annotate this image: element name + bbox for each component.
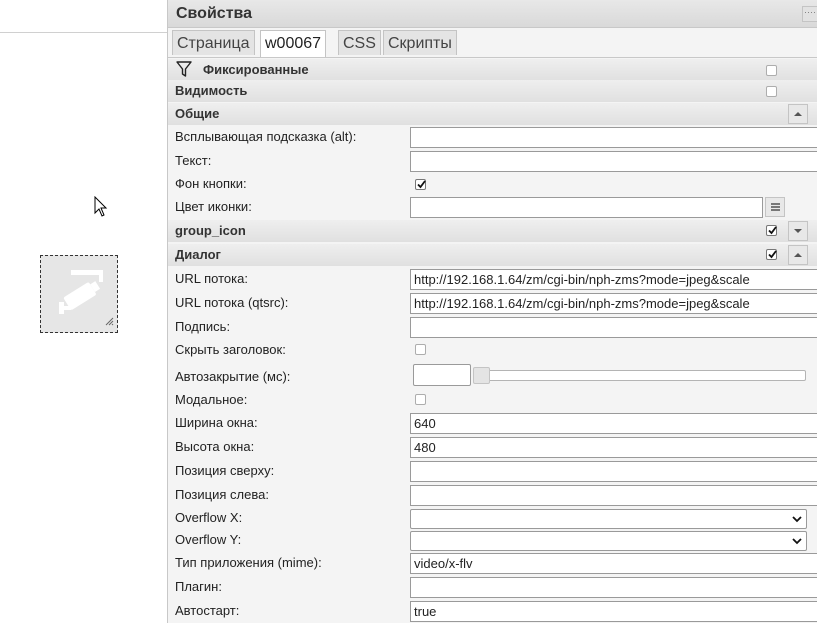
text-input[interactable] (410, 151, 817, 172)
tab-page[interactable]: Страница (172, 30, 255, 55)
prop-overflow-x-label: Overflow X: (175, 510, 243, 525)
color-picker-button[interactable] (765, 197, 785, 217)
group-common[interactable]: Общие (168, 103, 817, 125)
prop-overflow-y: Overflow Y: (168, 529, 817, 552)
prop-caption: Подпись: (168, 316, 817, 339)
group-visibility-checkbox[interactable] (766, 86, 777, 97)
group-icon-expand-button[interactable] (788, 221, 808, 241)
group-dialog[interactable]: Диалог (168, 244, 817, 266)
chevron-down-icon (792, 538, 802, 545)
prop-autoclose: Автозакрытие (мс): (168, 363, 817, 389)
editor-canvas[interactable] (0, 0, 167, 623)
autoclose-input[interactable] (413, 364, 471, 386)
prop-tooltip-label: Всплывающая подсказка (alt): (175, 129, 357, 144)
group-dialog-label: Диалог (175, 247, 221, 262)
prop-hide-title-label: Скрыть заголовок: (175, 342, 286, 357)
collapse-panel-button[interactable]: ···· (802, 6, 817, 22)
prop-modal: Модальное: (168, 389, 817, 412)
tab-divider (168, 57, 817, 58)
prop-url-label: URL потока: (175, 271, 248, 286)
width-input[interactable]: 640 (410, 413, 817, 434)
mime-input[interactable]: video/x-flv (410, 553, 817, 574)
icon-color-input[interactable] (410, 197, 763, 218)
autostart-input[interactable]: true (410, 601, 817, 622)
tab-widget[interactable]: w00067 (260, 30, 327, 57)
group-dialog-checkbox[interactable] (766, 249, 777, 260)
tab-scripts[interactable]: Скрипты (383, 30, 457, 55)
prop-top-label: Позиция сверху: (175, 463, 275, 478)
url-input[interactable]: http://192.168.1.64/zm/cgi-bin/nph-zms?m… (410, 269, 817, 290)
prop-button-bg-label: Фон кнопки: (175, 176, 247, 191)
prop-icon-color: Цвет иконки: (168, 196, 817, 219)
prop-autostart-label: Автостарт: (175, 603, 240, 618)
hide-title-checkbox[interactable] (415, 344, 426, 355)
prop-width: Ширина окна: 640 (168, 412, 817, 435)
group-common-label: Общие (175, 106, 220, 121)
prop-tooltip: Всплывающая подсказка (alt): (168, 126, 817, 149)
height-input[interactable]: 480 (410, 437, 817, 458)
tooltip-input[interactable] (410, 127, 817, 148)
tab-css[interactable]: CSS (338, 30, 381, 55)
prop-height: Высота окна: 480 (168, 436, 817, 459)
prop-hide-title: Скрыть заголовок: (168, 339, 817, 362)
autoclose-slider-track[interactable] (473, 370, 806, 381)
prop-left: Позиция слева: (168, 484, 817, 507)
filter-icon[interactable] (176, 61, 192, 81)
prop-modal-label: Модальное: (175, 392, 248, 407)
caption-input[interactable] (410, 317, 817, 338)
prop-caption-label: Подпись: (175, 319, 231, 334)
group-icon-checkbox[interactable] (766, 225, 777, 236)
button-bg-checkbox[interactable] (415, 179, 426, 190)
group-group-icon-label: group_icon (175, 223, 246, 238)
prop-height-label: Высота окна: (175, 439, 255, 454)
prop-plugin: Плагин: (168, 576, 817, 599)
prop-autostart: Автостарт: true (168, 600, 817, 623)
overflow-x-select[interactable] (410, 509, 807, 529)
prop-url-qtsrc: URL потока (qtsrc): http://192.168.1.64/… (168, 292, 817, 315)
url-qtsrc-input[interactable]: http://192.168.1.64/zm/cgi-bin/nph-zms?m… (410, 293, 817, 314)
prop-overflow-x: Overflow X: (168, 507, 817, 530)
prop-text: Текст: (168, 150, 817, 173)
group-fixed[interactable]: Фиксированные (168, 59, 817, 81)
prop-top: Позиция сверху: (168, 460, 817, 483)
group-visibility[interactable]: Видимость (168, 80, 817, 102)
canvas-divider (0, 32, 167, 33)
camera-icon (55, 268, 105, 317)
modal-checkbox[interactable] (415, 394, 426, 405)
top-input[interactable] (410, 461, 817, 482)
camera-widget[interactable] (40, 255, 118, 333)
group-dialog-collapse-button[interactable] (788, 245, 808, 265)
chevron-down-icon (792, 516, 802, 523)
autoclose-slider-handle[interactable] (473, 367, 490, 384)
left-input[interactable] (410, 485, 817, 506)
prop-overflow-y-label: Overflow Y: (175, 532, 242, 547)
prop-plugin-label: Плагин: (175, 579, 222, 594)
properties-panel: Свойства ···· Страница w00067 CSS Скрипт… (167, 0, 817, 623)
group-visibility-label: Видимость (175, 83, 248, 98)
group-fixed-checkbox[interactable] (766, 65, 777, 76)
prop-button-bg: Фон кнопки: (168, 173, 817, 196)
overflow-y-select[interactable] (410, 531, 807, 551)
panel-header: Свойства ···· (168, 0, 817, 28)
prop-url-qtsrc-label: URL потока (qtsrc): (175, 295, 289, 310)
prop-icon-color-label: Цвет иконки: (175, 199, 252, 214)
mouse-cursor-icon (94, 195, 108, 221)
prop-autoclose-label: Автозакрытие (мс): (175, 369, 291, 384)
plugin-input[interactable] (410, 577, 817, 598)
prop-url: URL потока: http://192.168.1.64/zm/cgi-b… (168, 268, 817, 291)
tab-bar: Страница w00067 CSS Скрипты (168, 28, 817, 57)
prop-mime-label: Тип приложения (mime): (175, 555, 322, 570)
prop-left-label: Позиция слева: (175, 487, 269, 502)
prop-text-label: Текст: (175, 153, 212, 168)
group-fixed-label: Фиксированные (203, 62, 309, 77)
prop-width-label: Ширина окна: (175, 415, 258, 430)
group-common-collapse-button[interactable] (788, 104, 808, 124)
prop-mime: Тип приложения (mime): video/x-flv (168, 552, 817, 575)
group-group-icon[interactable]: group_icon (168, 220, 817, 242)
panel-title: Свойства (176, 5, 253, 22)
resize-grip-icon[interactable] (105, 314, 114, 329)
